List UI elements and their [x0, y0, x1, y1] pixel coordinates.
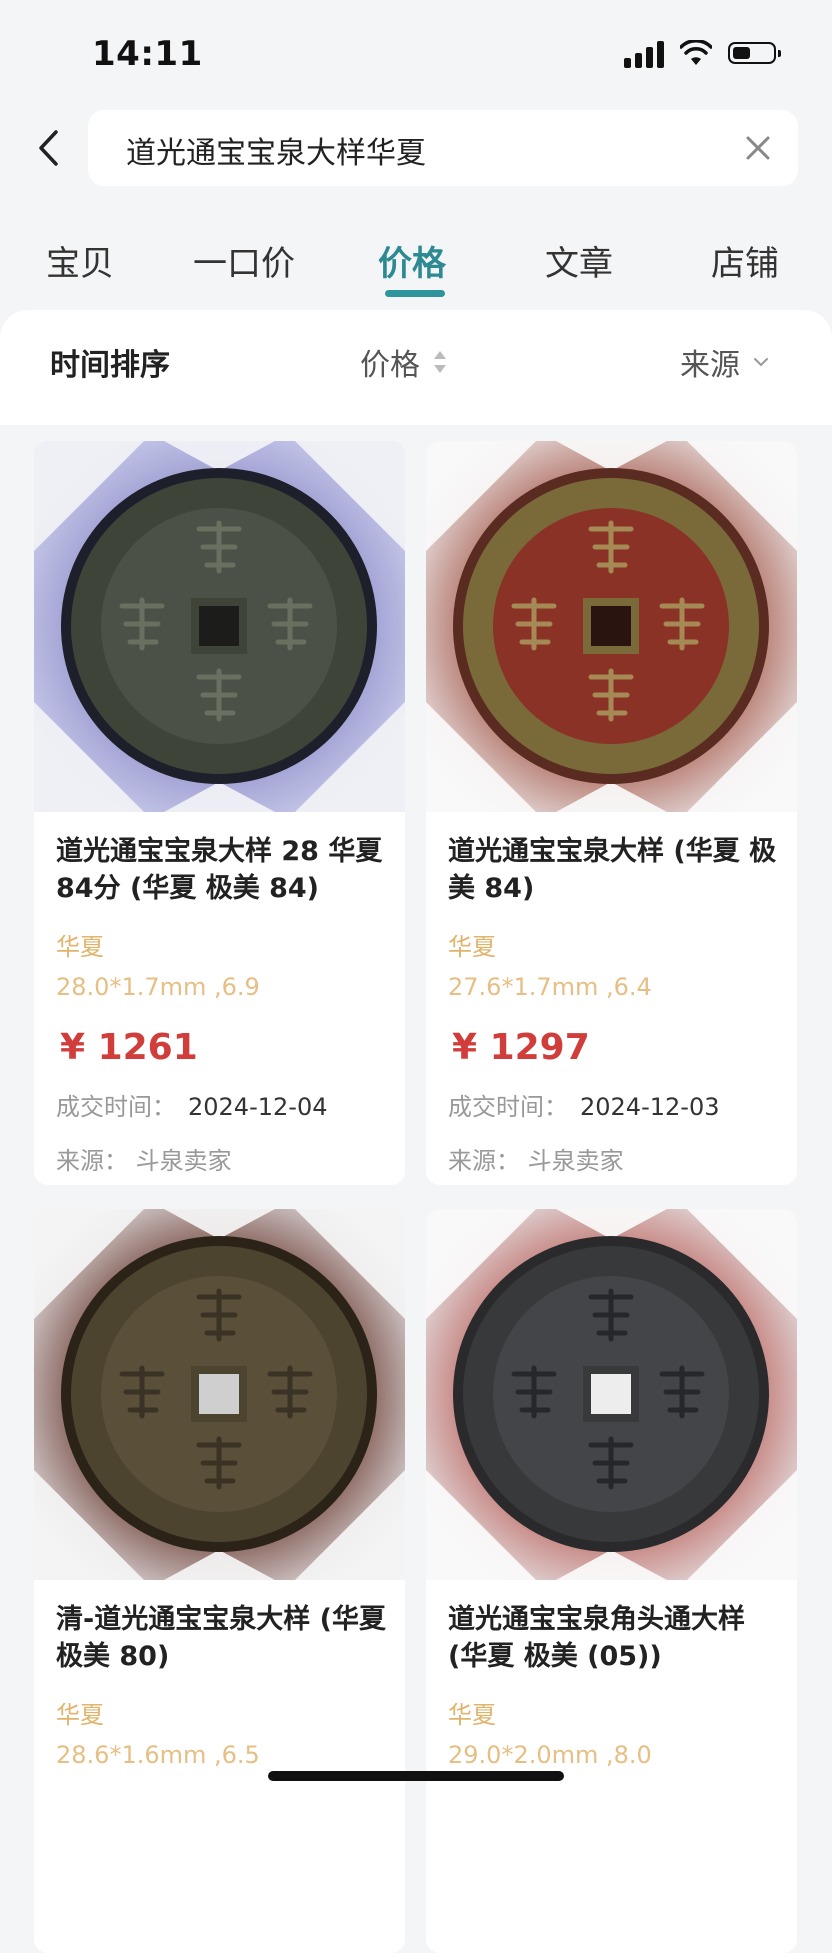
- battery-icon: [728, 42, 781, 64]
- card-grade-org: 华夏: [448, 1701, 496, 1729]
- tab-shops[interactable]: 店铺: [711, 236, 779, 285]
- source-filter-label: 来源: [680, 348, 740, 383]
- card-price: ¥ 1297: [452, 1027, 590, 1068]
- date-label: 成交时间：: [56, 1093, 176, 1121]
- sort-arrows-icon: [434, 351, 446, 373]
- date-value: 2024-12-04: [188, 1093, 328, 1121]
- card-spec: 28.6*1.6mm ,6.5: [56, 1741, 260, 1769]
- card-grade-org: 华夏: [56, 933, 104, 961]
- home-indicator: [268, 1771, 564, 1781]
- sort-bar: 时间排序 价格 来源: [0, 310, 832, 425]
- tab-fixed-price[interactable]: 一口价: [193, 236, 295, 285]
- time-sort-label: 时间排序: [50, 348, 170, 383]
- product-card[interactable]: 道光通宝宝泉大样 28 华夏 84分 (华夏 极美 84) 华夏 28.0*1.…: [34, 441, 405, 1185]
- tab-baobei[interactable]: 宝贝: [46, 236, 114, 285]
- active-tab-indicator: [385, 290, 445, 297]
- card-grade-org: 华夏: [448, 933, 496, 961]
- card-title: 道光通宝宝泉大样 28 华夏 84分 (华夏 极美 84): [56, 836, 383, 904]
- status-icons: [624, 38, 781, 68]
- card-spec: 28.0*1.7mm ,6.9: [56, 973, 260, 1001]
- chevron-down-icon: [754, 358, 768, 367]
- product-card[interactable]: 道光通宝宝泉大样 (华夏 极美 84) 华夏 27.6*1.7mm ,6.4 ¥…: [426, 441, 797, 1185]
- battery-fill: [733, 47, 750, 59]
- tab-price[interactable]: 价格: [378, 236, 446, 285]
- date-value: 2024-12-03: [580, 1093, 720, 1121]
- status-time: 14:11: [92, 34, 203, 74]
- card-grade-org: 华夏: [56, 1701, 104, 1729]
- search-input[interactable]: 道光通宝宝泉大样华夏: [88, 110, 798, 186]
- time-sort-button[interactable]: 时间排序: [50, 340, 170, 384]
- coin-photo-icon[interactable]: [426, 1209, 797, 1580]
- card-price: ¥ 1261: [60, 1027, 198, 1068]
- card-date: 成交时间： 2024-12-04: [56, 1087, 327, 1122]
- cellular-signal-icon: [624, 38, 664, 68]
- product-card[interactable]: 道光通宝宝泉角头通大样 (华夏 极美 (05)) 华夏 29.0*2.0mm ,…: [426, 1209, 797, 1953]
- card-title: 道光通宝宝泉大样 (华夏 极美 84): [448, 836, 777, 904]
- category-tabs: 宝贝 一口价 价格 文章 店铺: [0, 230, 832, 310]
- card-title: 清-道光通宝宝泉大样 (华夏 极美 80): [56, 1604, 386, 1672]
- date-label: 成交时间：: [448, 1093, 568, 1121]
- price-sort-label: 价格: [360, 348, 420, 383]
- back-button[interactable]: [28, 120, 68, 176]
- coin-photo-icon[interactable]: [34, 1209, 405, 1580]
- status-bar: 14:11: [0, 0, 832, 100]
- chevron-left-icon: [39, 130, 58, 166]
- close-icon: [746, 136, 770, 160]
- wifi-icon: [680, 40, 712, 65]
- card-date: 成交时间： 2024-12-03: [448, 1087, 719, 1122]
- search-query[interactable]: 道光通宝宝泉大样华夏: [126, 128, 426, 172]
- source-filter-button[interactable]: 来源: [680, 340, 770, 384]
- clear-search-button[interactable]: [740, 130, 776, 166]
- coin-photo-icon[interactable]: [426, 441, 797, 812]
- card-title: 道光通宝宝泉角头通大样 (华夏 极美 (05)): [448, 1604, 745, 1672]
- product-card[interactable]: 清-道光通宝宝泉大样 (华夏 极美 80) 华夏 28.6*1.6mm ,6.5: [34, 1209, 405, 1953]
- card-source: 来源： 斗泉卖家: [56, 1147, 232, 1175]
- price-sort-button[interactable]: 价格: [360, 340, 448, 384]
- card-spec: 27.6*1.7mm ,6.4: [448, 973, 652, 1001]
- tab-articles[interactable]: 文章: [545, 236, 613, 285]
- card-spec: 29.0*2.0mm ,8.0: [448, 1741, 652, 1769]
- card-source: 来源： 斗泉卖家: [448, 1147, 624, 1175]
- coin-photo-icon[interactable]: [34, 441, 405, 812]
